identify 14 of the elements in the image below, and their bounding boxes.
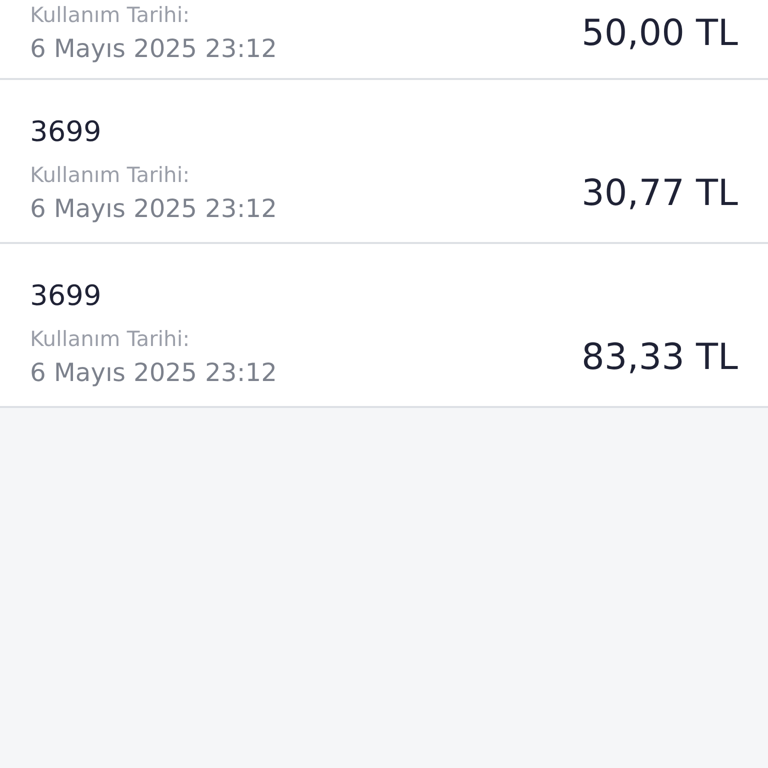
- usage-date: 6 Mayıs 2025 23:12: [30, 193, 278, 225]
- transaction-row[interactable]: 3699 Kullanım Tarihi: 6 Mayıs 2025 23:12 83,33 TL: [0, 244, 768, 408]
- transaction-amount: 30,77 TL: [581, 172, 738, 216]
- transaction-amount: 50,00 TL: [581, 12, 738, 56]
- usage-date: 6 Mayıs 2025 23:12: [30, 357, 278, 389]
- transaction-code: 3699: [30, 278, 102, 314]
- transaction-row[interactable]: 3699 Kullanım Tarihi: 6 Mayıs 2025 23:12 30,77 TL: [0, 80, 768, 244]
- usage-date: 6 Mayıs 2025 23:12: [30, 33, 278, 65]
- transaction-row[interactable]: Kullanım Tarihi: 6 Mayıs 2025 23:12 50,00 TL: [0, 0, 768, 80]
- usage-date-label: Kullanım Tarihi:: [30, 326, 191, 353]
- transaction-amount: 83,33 TL: [581, 336, 738, 380]
- usage-date-label: Kullanım Tarihi:: [30, 162, 191, 189]
- usage-date-label: Kullanım Tarihi:: [30, 2, 191, 29]
- transaction-code: 3699: [30, 114, 102, 150]
